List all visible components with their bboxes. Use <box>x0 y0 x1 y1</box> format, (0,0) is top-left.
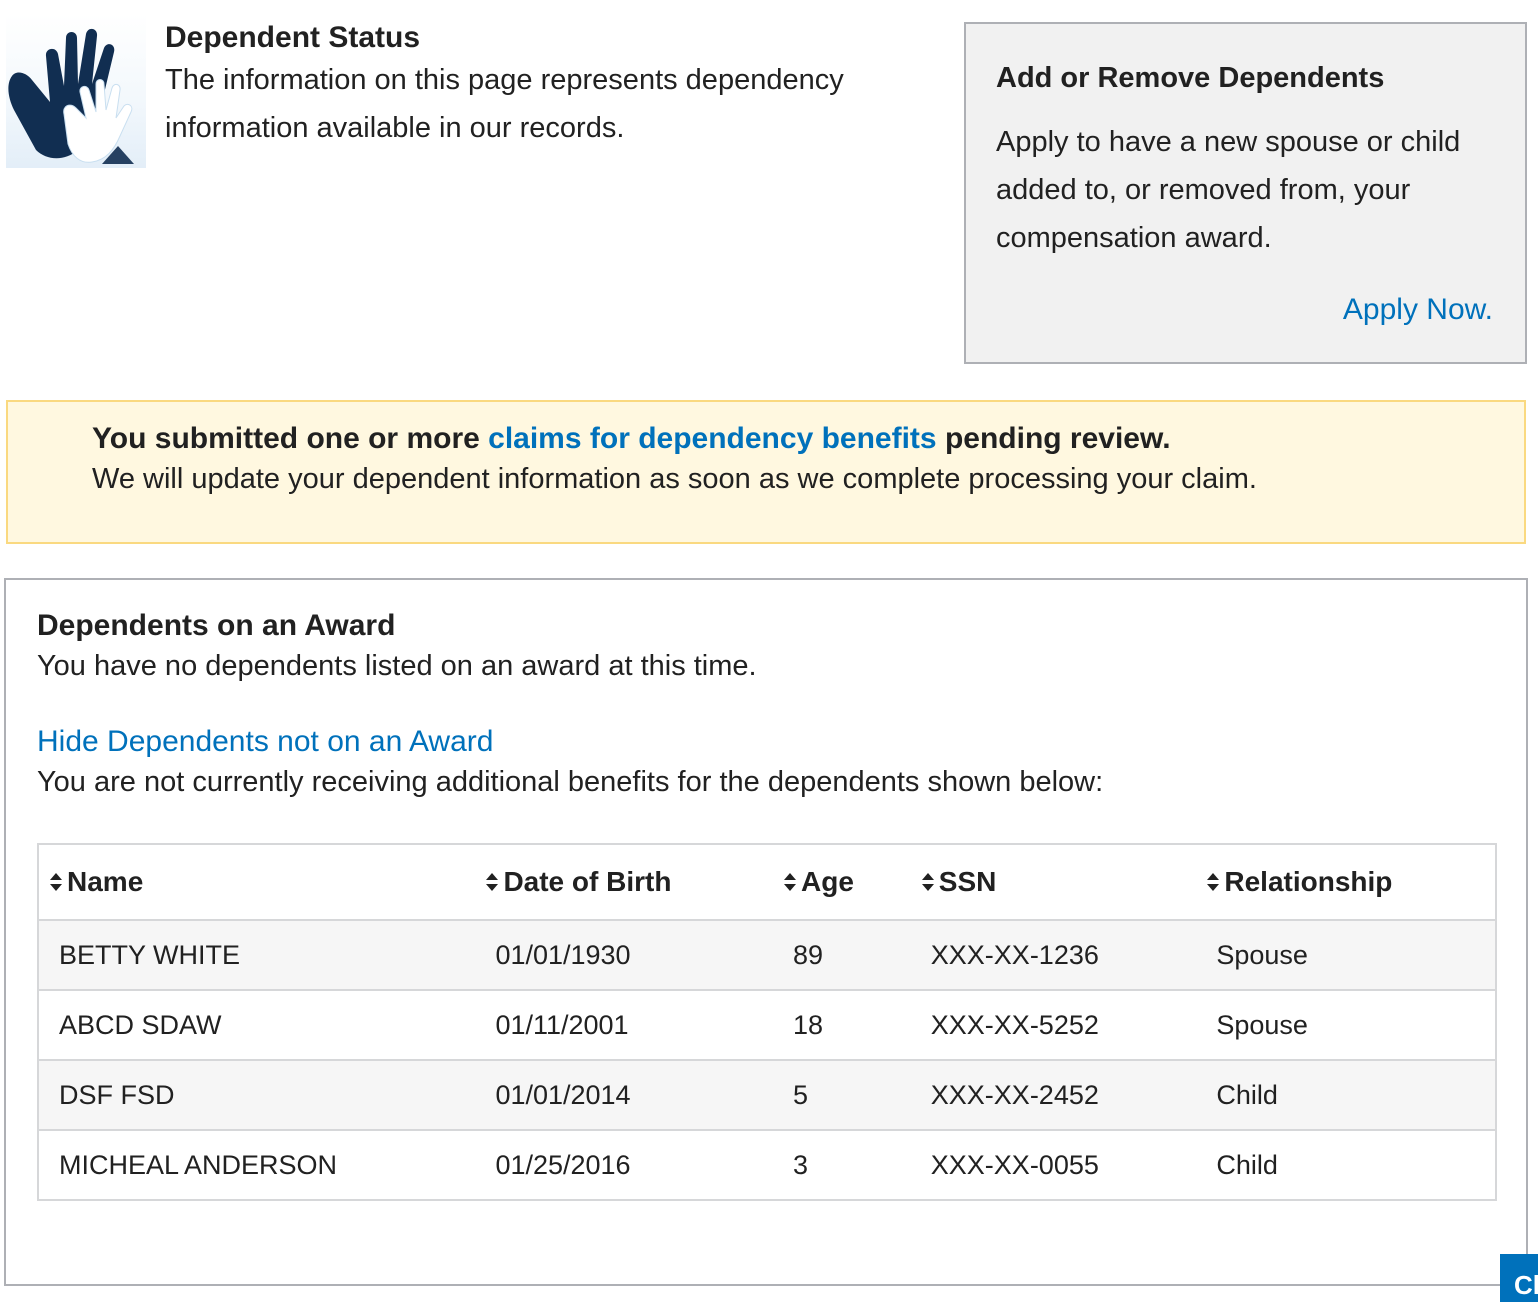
cell-name: MICHEAL ANDERSON <box>38 1129 476 1200</box>
claims-for-dependency-benefits-link[interactable]: claims for dependency benefits <box>488 422 936 455</box>
hands-logo-icon <box>6 14 146 168</box>
add-remove-dependents-card: Add or Remove Dependents Apply to have a… <box>964 22 1527 364</box>
cell-date-of-birth: 01/01/1930 <box>475 919 774 990</box>
cell-date-of-birth: 01/25/2016 <box>475 1129 774 1200</box>
cell-relationship: Child <box>1196 1129 1496 1200</box>
sort-icon <box>1207 872 1220 891</box>
cell-ssn: XXX-XX-5252 <box>910 989 1197 1060</box>
card-text: Apply to have a new spouse or child adde… <box>996 126 1461 254</box>
dependents-on-award-title: Dependents on an Award <box>37 609 396 642</box>
cell-ssn: XXX-XX-1236 <box>910 919 1197 990</box>
dependents-not-on-award-text: You are not currently receiving addition… <box>37 766 1104 798</box>
column-header-ssn[interactable]: SSN <box>910 844 1197 921</box>
table-row: DSF FSD 01/01/2014 5 XXX-XX-2452 Child <box>38 1059 1496 1130</box>
hide-dependents-link[interactable]: Hide Dependents not on an Award <box>37 722 493 762</box>
sort-icon <box>486 872 499 891</box>
card-title: Add or Remove Dependents <box>996 62 1385 94</box>
cell-date-of-birth: 01/01/2014 <box>475 1059 774 1130</box>
cell-age: 5 <box>773 1059 911 1130</box>
alert-heading: You submitted one or more claims for dep… <box>92 419 1524 459</box>
column-header-label: Age <box>801 866 854 897</box>
page-title: Dependent Status <box>165 21 421 54</box>
alert-heading-prefix: You submitted one or more <box>92 422 489 455</box>
column-header-date-of-birth[interactable]: Date of Birth <box>475 844 774 921</box>
alert-message: We will update your dependent informatio… <box>92 463 1257 495</box>
status-section: Dependent Status The information on this… <box>165 18 935 152</box>
cell-name: DSF FSD <box>38 1059 476 1130</box>
chat-tab-button[interactable]: Cl <box>1500 1254 1538 1302</box>
column-header-label: Date of Birth <box>503 866 672 897</box>
cell-ssn: XXX-XX-0055 <box>910 1129 1197 1200</box>
dependent-status-page: Dependent Status The information on this… <box>0 0 1538 1302</box>
table-row: BETTY WHITE 01/01/1930 89 XXX-XX-1236 Sp… <box>38 919 1496 990</box>
column-header-label: SSN <box>938 866 997 897</box>
cell-age: 89 <box>773 919 911 990</box>
cell-relationship: Spouse <box>1196 919 1496 990</box>
column-header-label: Name <box>67 866 144 897</box>
alert-heading-suffix: pending review. <box>936 422 1171 455</box>
sort-icon <box>50 872 62 891</box>
cell-ssn: XXX-XX-2452 <box>910 1059 1197 1130</box>
page-description: The information on this page represents … <box>165 64 844 144</box>
dependents-panel: Dependents on an Award You have no depen… <box>4 578 1528 1286</box>
column-header-age[interactable]: Age <box>773 844 911 921</box>
dependents-table: Name Date of Birth Age SSN Relationship … <box>37 843 1497 1201</box>
cell-date-of-birth: 01/11/2001 <box>475 989 774 1060</box>
table-row: ABCD SDAW 01/11/2001 18 XXX-XX-5252 Spou… <box>38 989 1496 1060</box>
column-header-name[interactable]: Name <box>38 844 476 921</box>
cell-name: ABCD SDAW <box>38 989 476 1060</box>
cell-age: 3 <box>773 1129 911 1200</box>
sort-icon <box>784 872 797 891</box>
cell-relationship: Spouse <box>1196 989 1496 1060</box>
table-row: MICHEAL ANDERSON 01/25/2016 3 XXX-XX-005… <box>38 1129 1496 1200</box>
cell-name: BETTY WHITE <box>38 919 476 990</box>
dependents-on-award-text: You have no dependents listed on an awar… <box>37 650 757 682</box>
column-header-label: Relationship <box>1224 866 1393 897</box>
pending-claims-alert: You submitted one or more claims for dep… <box>6 400 1526 544</box>
table-header-row: Name Date of Birth Age SSN Relationship <box>38 844 1496 921</box>
cell-age: 18 <box>773 989 911 1060</box>
column-header-relationship[interactable]: Relationship <box>1196 844 1496 921</box>
sort-icon <box>921 872 934 891</box>
apply-now-link[interactable]: Apply Now. <box>1343 290 1493 330</box>
cell-relationship: Child <box>1196 1059 1496 1130</box>
